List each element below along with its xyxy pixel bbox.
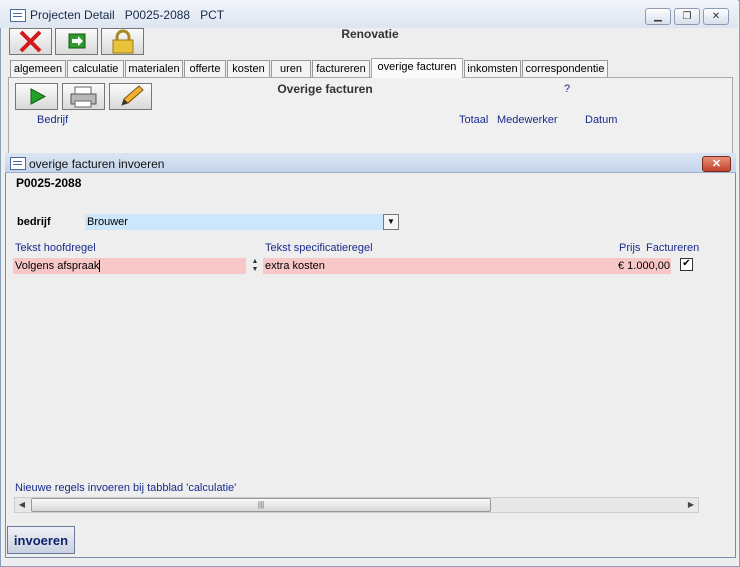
tab-overige-facturen[interactable]: overige facturen xyxy=(371,58,463,78)
tab-calculatie[interactable]: calculatie xyxy=(67,60,124,77)
close-window-button[interactable]: ✕ xyxy=(703,8,729,25)
hint-text: Nieuwe regels invoeren bij tabblad 'calc… xyxy=(15,482,237,494)
exit-icon xyxy=(68,33,86,49)
column-header-bedrijf: Bedrijf xyxy=(37,114,69,126)
edit-button[interactable] xyxy=(109,83,152,110)
tab-offerte[interactable]: offerte xyxy=(184,60,226,77)
window-icon xyxy=(10,9,26,22)
lock-icon xyxy=(112,29,134,54)
help-link[interactable]: ? xyxy=(564,83,570,95)
checkbox-icon: ✔ xyxy=(682,258,691,269)
minimize-icon: ▁ xyxy=(654,11,662,22)
tab-uren[interactable]: uren xyxy=(271,60,311,77)
tab-kosten[interactable]: kosten xyxy=(227,60,270,77)
delete-icon xyxy=(19,30,42,53)
grip-icon: ||| xyxy=(257,500,265,509)
dialog-title: overige facturen invoeren xyxy=(29,157,165,171)
column-header-medewerker: Medewerker xyxy=(497,114,558,126)
delete-button[interactable] xyxy=(9,28,52,55)
project-title: Renovatie xyxy=(341,27,399,41)
hoofdregel-input[interactable]: Volgens afspraak xyxy=(13,258,246,274)
restore-icon: ❐ xyxy=(682,11,692,22)
edit-icon xyxy=(121,85,144,106)
window-title: Projecten Detail P0025-2088 PCT xyxy=(30,8,225,22)
column-header-datum: Datum xyxy=(585,114,618,126)
minimize-button[interactable]: ▁ xyxy=(645,8,671,25)
restore-button[interactable]: ❐ xyxy=(674,8,700,25)
text-cursor xyxy=(99,260,101,272)
tab-factureren[interactable]: factureren xyxy=(312,60,370,77)
prijs-value[interactable]: € 1.000,00 xyxy=(600,258,670,274)
bedrijf-label: bedrijf xyxy=(17,216,51,228)
lock-button[interactable] xyxy=(101,28,144,55)
header-tekst-specificatieregel: Tekst specificatieregel xyxy=(265,242,373,254)
column-header-totaal: Totaal xyxy=(459,114,489,126)
exit-button[interactable] xyxy=(55,28,98,55)
chevron-up-icon: ▲ xyxy=(251,258,259,265)
header-factureren: Factureren xyxy=(646,242,700,254)
scroll-thumb[interactable]: ||| xyxy=(31,498,491,512)
invoeren-button[interactable]: invoeren xyxy=(7,526,75,554)
hoofdregel-text: Volgens afspraak xyxy=(15,260,100,272)
tab-inkomsten[interactable]: inkomsten xyxy=(464,60,521,77)
row-spin-buttons[interactable]: ▲ ▼ xyxy=(249,258,261,274)
scroll-right-arrow[interactable]: ▶ xyxy=(684,498,698,512)
tab-algemeen[interactable]: algemeen xyxy=(10,60,66,77)
play-icon xyxy=(30,88,47,105)
printer-icon xyxy=(70,86,97,108)
dialog-close-button[interactable]: ✕ xyxy=(702,156,731,172)
header-tekst-hoofdregel: Tekst hoofdregel xyxy=(15,242,96,254)
header-prijs: Prijs xyxy=(619,242,641,254)
scroll-left-arrow[interactable]: ◀ xyxy=(15,498,29,512)
tab-materialen[interactable]: materialen xyxy=(125,60,183,77)
play-button[interactable] xyxy=(15,83,58,110)
close-icon: ✕ xyxy=(711,11,721,22)
print-button[interactable] xyxy=(62,83,105,110)
factureren-checkbox[interactable]: ✔ xyxy=(680,258,693,271)
tab-correspondentie[interactable]: correspondentie xyxy=(522,60,608,77)
chevron-right-icon: ▶ xyxy=(687,500,695,509)
chevron-left-icon: ◀ xyxy=(18,500,26,509)
chevron-down-icon: ▼ xyxy=(251,266,259,273)
bedrijf-dropdown-button[interactable]: ▼ xyxy=(383,214,399,230)
dialog-window-icon xyxy=(10,157,26,170)
close-icon: ✕ xyxy=(711,158,722,170)
bedrijf-combobox[interactable]: Brouwer xyxy=(85,214,383,230)
project-number: P0025-2088 xyxy=(16,176,82,190)
chevron-down-icon: ▼ xyxy=(387,217,395,226)
panel-heading: Overige facturen xyxy=(277,82,373,96)
